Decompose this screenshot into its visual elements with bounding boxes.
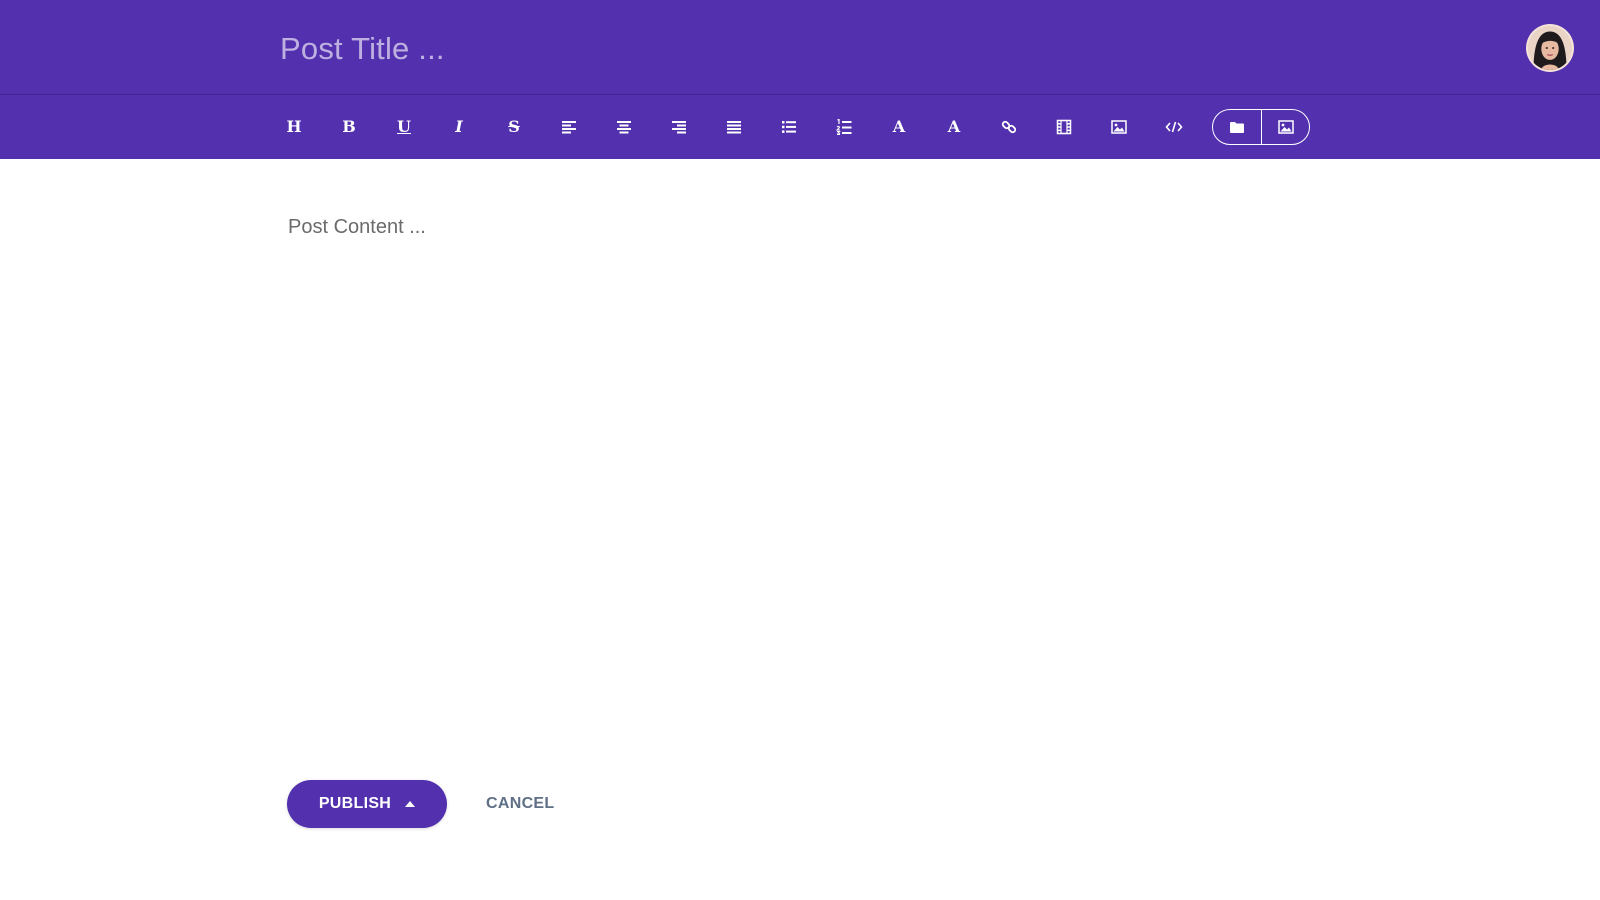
video-button[interactable] bbox=[1048, 112, 1080, 142]
editor-header: H B U I S bbox=[0, 0, 1600, 159]
font-color-button[interactable]: A bbox=[883, 112, 915, 142]
publish-label: PUBLISH bbox=[318, 795, 392, 812]
code-button[interactable] bbox=[1158, 112, 1190, 142]
align-center-icon bbox=[617, 121, 631, 134]
media-button-group bbox=[1212, 109, 1310, 145]
underline-icon: U bbox=[397, 117, 411, 136]
post-title-input[interactable] bbox=[280, 26, 1180, 72]
user-avatar[interactable] bbox=[1526, 24, 1574, 72]
gallery-icon bbox=[1277, 120, 1294, 134]
folder-icon bbox=[1230, 121, 1244, 133]
bold-icon: B bbox=[342, 117, 356, 136]
link-icon bbox=[1001, 120, 1017, 134]
heading-icon: H bbox=[286, 117, 302, 136]
cancel-button[interactable]: CANCEL bbox=[478, 790, 562, 818]
code-icon bbox=[1165, 121, 1183, 133]
align-justify-icon bbox=[727, 121, 741, 134]
italic-button[interactable]: I bbox=[443, 112, 475, 142]
align-left-icon bbox=[562, 121, 576, 134]
strikethrough-icon: S bbox=[508, 117, 520, 136]
image-button[interactable] bbox=[1103, 112, 1135, 142]
image-icon bbox=[1111, 120, 1127, 134]
numbered-list-button[interactable] bbox=[828, 112, 860, 142]
bold-button[interactable]: B bbox=[333, 112, 365, 142]
avatar-image bbox=[1528, 26, 1572, 70]
align-right-icon bbox=[672, 121, 686, 134]
align-justify-button[interactable] bbox=[718, 112, 750, 142]
align-center-button[interactable] bbox=[608, 112, 640, 142]
align-left-button[interactable] bbox=[553, 112, 585, 142]
bullet-list-icon bbox=[782, 121, 796, 133]
highlight-icon: A bbox=[947, 117, 961, 136]
caret-up-icon bbox=[405, 801, 416, 807]
publish-button[interactable]: PUBLISH bbox=[287, 780, 447, 828]
italic-icon: I bbox=[455, 117, 463, 136]
cancel-label: CANCEL bbox=[486, 795, 555, 812]
folder-button[interactable] bbox=[1213, 110, 1261, 144]
link-button[interactable] bbox=[993, 112, 1025, 142]
strikethrough-button[interactable]: S bbox=[498, 112, 530, 142]
header-divider bbox=[0, 94, 1600, 95]
post-content-input[interactable] bbox=[288, 216, 1318, 716]
font-color-icon: A bbox=[892, 117, 906, 136]
video-icon bbox=[1056, 119, 1072, 135]
bullet-list-button[interactable] bbox=[773, 112, 805, 142]
underline-button[interactable]: U bbox=[388, 112, 420, 142]
align-right-button[interactable] bbox=[663, 112, 695, 142]
numbered-list-icon bbox=[836, 119, 852, 135]
gallery-button[interactable] bbox=[1261, 110, 1309, 144]
heading-button[interactable]: H bbox=[278, 112, 310, 142]
highlight-button[interactable]: A bbox=[938, 112, 970, 142]
